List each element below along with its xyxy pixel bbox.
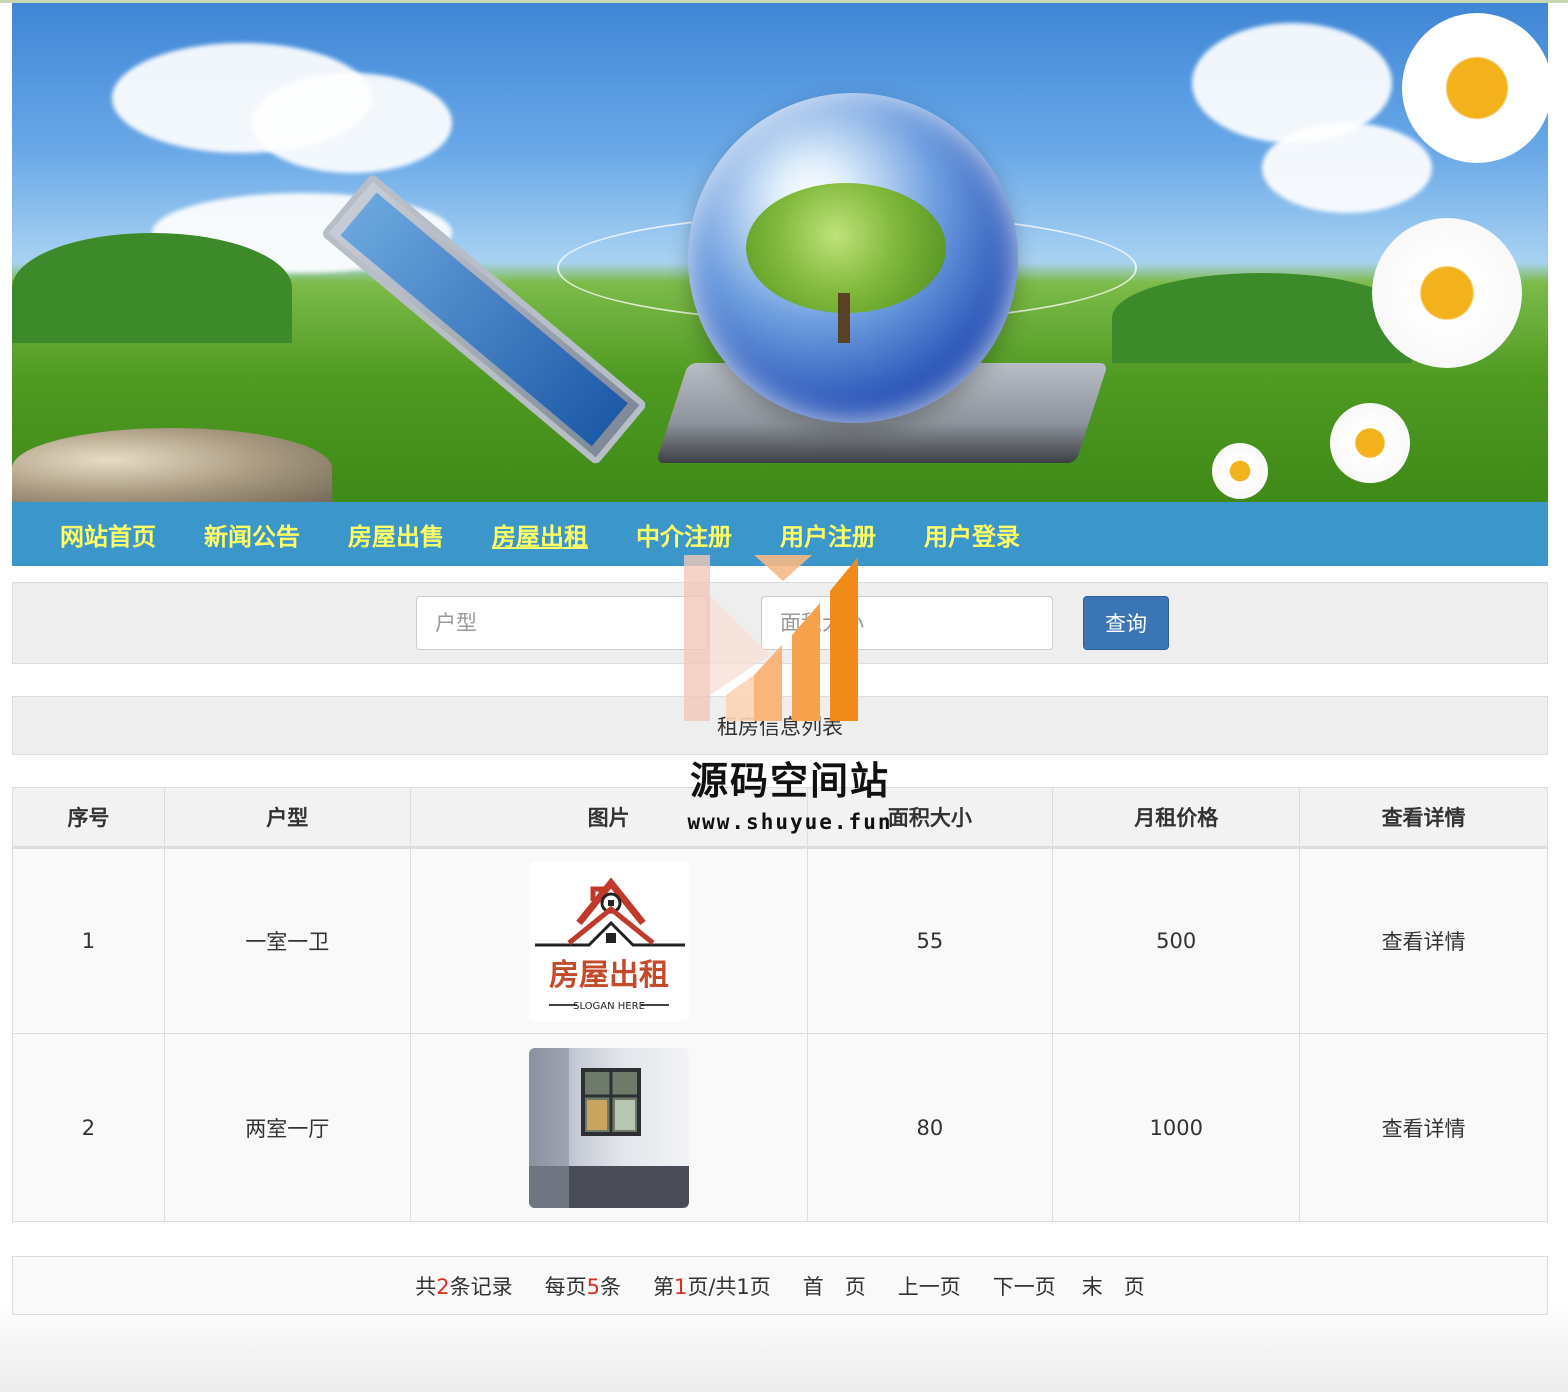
main-nav: 网站首页 新闻公告 房屋出售 房屋出租 中介注册 用户注册 用户登录 xyxy=(12,502,1548,566)
row-index: 1 xyxy=(12,847,165,1034)
hill xyxy=(12,233,292,343)
page-size: 每页5条 xyxy=(544,1274,621,1299)
last-page-link[interactable]: 末 页 xyxy=(1082,1271,1145,1301)
hill xyxy=(1112,273,1412,363)
room-photo-icon xyxy=(528,1047,689,1208)
col-detail: 查看详情 xyxy=(1299,787,1548,849)
pagination: 共2条记录 每页5条 第1页/共1页 首 页 上一页 下一页 末 页 xyxy=(12,1256,1548,1315)
search-button[interactable]: 查询 xyxy=(1083,596,1169,650)
nav-user-register[interactable]: 用户注册 xyxy=(780,517,876,552)
row-detail-cell: 查看详情 xyxy=(1299,1033,1548,1222)
rental-table: 序号 户型 图片 面积大小 月租价格 查看详情 1 一室一卫 房屋出租 SLOG… xyxy=(12,787,1548,1222)
row-detail-cell: 查看详情 xyxy=(1299,847,1548,1034)
view-detail-link[interactable]: 查看详情 xyxy=(1382,1117,1466,1141)
page-indicator: 第1页/共1页 xyxy=(652,1274,771,1299)
house-type-input[interactable] xyxy=(416,596,708,650)
page-size-count: 5 xyxy=(586,1274,600,1299)
prev-page-link[interactable]: 上一页 xyxy=(898,1271,961,1301)
svg-text:房屋出租: 房屋出租 xyxy=(549,958,669,993)
col-image: 图片 xyxy=(409,787,808,849)
list-title: 租房信息列表 xyxy=(12,696,1548,755)
nav-agent-register[interactable]: 中介注册 xyxy=(636,517,732,552)
cloud xyxy=(252,73,452,173)
nav-user-login[interactable]: 用户登录 xyxy=(924,517,1020,552)
house-logo-icon: 房屋出租 SLOGAN HERE xyxy=(534,877,685,1012)
table-header-row: 序号 户型 图片 面积大小 月租价格 查看详情 xyxy=(12,787,1548,849)
row-type: 两室一厅 xyxy=(163,1033,411,1222)
nav-home[interactable]: 网站首页 xyxy=(60,517,156,552)
nav-house-rent[interactable]: 房屋出租 xyxy=(492,517,588,552)
svg-text:SLOGAN HERE: SLOGAN HERE xyxy=(573,1001,645,1012)
daisy-flower xyxy=(1402,13,1548,163)
rocks xyxy=(12,428,332,502)
house-rent-logo-image[interactable]: 房屋出租 SLOGAN HERE xyxy=(528,861,689,1021)
laptop-screen xyxy=(320,173,648,466)
view-detail-link[interactable]: 查看详情 xyxy=(1382,930,1466,954)
cloud xyxy=(1262,123,1432,213)
row-type: 一室一卫 xyxy=(163,847,411,1034)
search-panel: 查询 xyxy=(12,582,1548,664)
daisy-flower xyxy=(1330,403,1410,483)
row-area: 80 xyxy=(806,1033,1054,1222)
row-index: 2 xyxy=(12,1033,165,1222)
next-page-link[interactable]: 下一页 xyxy=(993,1271,1056,1301)
row-price: 1000 xyxy=(1052,1033,1301,1222)
total-count: 2 xyxy=(436,1274,450,1299)
row-image-cell: 房屋出租 SLOGAN HERE xyxy=(409,847,808,1034)
area-input[interactable] xyxy=(761,596,1053,650)
tree-trunk xyxy=(838,293,850,343)
row-area: 55 xyxy=(806,847,1054,1034)
row-price: 500 xyxy=(1052,847,1301,1034)
first-page-link[interactable]: 首 页 xyxy=(803,1271,866,1301)
table-row: 1 一室一卫 房屋出租 SLOGAN HERE 55 500 查看详情 xyxy=(12,847,1548,1034)
daisy-flower xyxy=(1212,443,1268,499)
nav-news[interactable]: 新闻公告 xyxy=(204,517,300,552)
col-type: 户型 xyxy=(163,787,411,849)
col-price: 月租价格 xyxy=(1052,787,1301,849)
nav-house-sale[interactable]: 房屋出售 xyxy=(348,517,444,552)
table-row: 2 两室一厅 80 1000 查看详情 xyxy=(12,1033,1548,1222)
daisy-flower xyxy=(1372,218,1522,368)
col-area: 面积大小 xyxy=(806,787,1054,849)
row-image-cell xyxy=(409,1033,808,1222)
header-banner xyxy=(12,3,1548,502)
current-page: 1 xyxy=(673,1274,688,1299)
col-index: 序号 xyxy=(12,787,165,849)
total-records: 共2条记录 xyxy=(415,1274,513,1299)
empty-room-photo[interactable] xyxy=(528,1047,689,1208)
